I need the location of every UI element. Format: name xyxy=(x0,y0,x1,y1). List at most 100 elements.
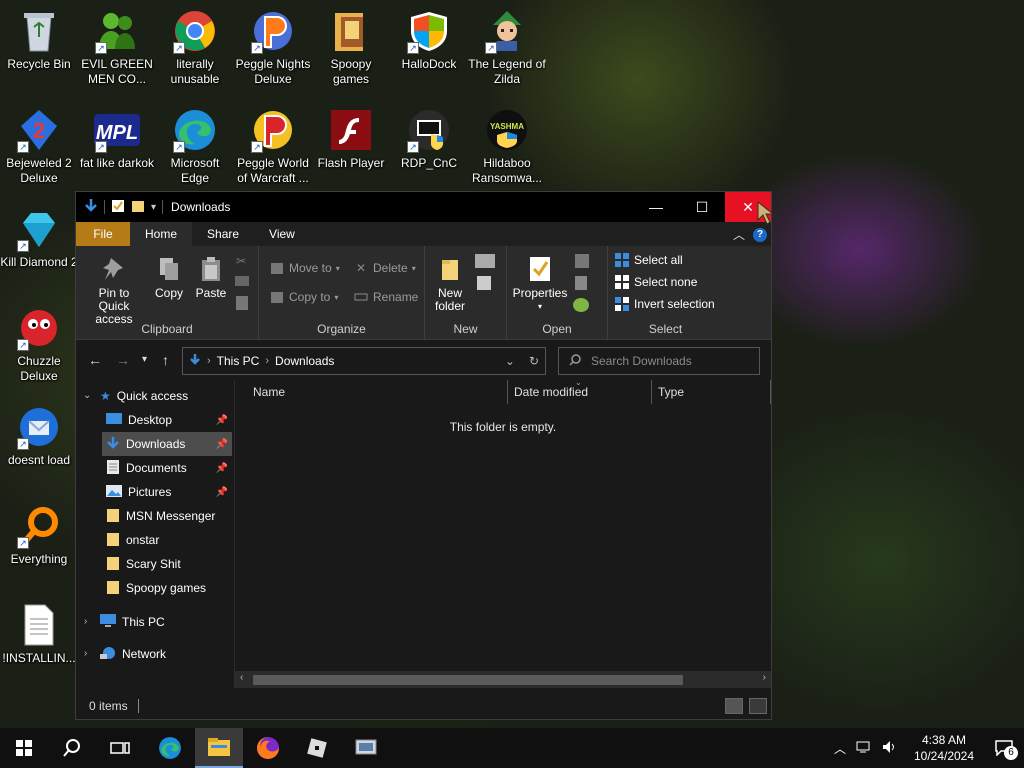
scroll-right-icon[interactable]: › xyxy=(763,672,766,683)
pin-quick-access-button[interactable]: Pin to Quick access xyxy=(82,254,146,326)
address-bar[interactable]: › This PC › Downloads ⌄ ↻ xyxy=(182,347,546,375)
select-all-button[interactable]: Select all xyxy=(614,252,683,268)
forward-arrow-icon[interactable]: → xyxy=(116,352,130,368)
taskbar-firefox[interactable] xyxy=(244,728,292,768)
desktop-icon-installing[interactable]: !INSTALLIN... xyxy=(0,602,78,666)
desktop-icon-hildaboo[interactable]: YASHMA Hildaboo Ransomwa... xyxy=(468,107,546,186)
cut-icon[interactable]: ✂ xyxy=(236,254,246,268)
desktop-icon-evil-green-men[interactable]: ↗ EVIL GREEN MEN CO... xyxy=(78,8,156,87)
desktop-icon-fat-like-darkok[interactable]: MPL ↗ fat like darkok xyxy=(78,107,156,171)
nav-item-msn-messenger[interactable]: MSN Messenger xyxy=(106,504,232,528)
back-arrow-icon[interactable]: ← xyxy=(88,352,102,368)
task-view-button[interactable] xyxy=(96,728,144,768)
nav-item-label: Spoopy games xyxy=(126,581,207,595)
search-button[interactable] xyxy=(48,728,96,768)
network-status-icon[interactable] xyxy=(852,740,876,757)
copy-button[interactable]: Copy xyxy=(152,254,186,300)
search-box[interactable]: Search Downloads xyxy=(558,347,760,375)
desktop-icon-doesnt-load[interactable]: ↗ doesnt load xyxy=(0,404,78,468)
desktop-icon-chuzzle[interactable]: ↗ Chuzzle Deluxe xyxy=(0,305,78,384)
address-dropdown-icon[interactable]: ⌄ xyxy=(505,354,515,368)
volume-icon[interactable] xyxy=(876,740,904,757)
desktop-icon-peggle-world[interactable]: ↗ Peggle World of Warcraft ... xyxy=(234,107,312,186)
nav-quick-access[interactable]: ★ Quick access xyxy=(100,384,232,408)
properties-button[interactable]: Properties ▾ xyxy=(511,254,569,313)
nav-item-pictures[interactable]: Pictures 📌 xyxy=(106,480,232,504)
nav-item-onstar[interactable]: onstar xyxy=(106,528,232,552)
expand-chevron-right-icon[interactable]: › xyxy=(84,648,87,659)
copy-to-button[interactable]: Copy to ▾ xyxy=(269,289,338,305)
taskbar-remote-app[interactable] xyxy=(342,728,390,768)
breadcrumb-downloads[interactable]: Downloads xyxy=(275,354,334,368)
nav-item-documents[interactable]: Documents 📌 xyxy=(106,456,232,480)
desktop-icon-bejeweled[interactable]: 2 ↗ Bejeweled 2 Deluxe xyxy=(0,107,78,186)
customize-toolbar-icon[interactable]: ▾ xyxy=(151,202,156,213)
new-folder-quick-icon[interactable] xyxy=(131,199,145,216)
large-icons-view-button[interactable] xyxy=(749,698,767,714)
nav-item-spoopy-games[interactable]: Spoopy games xyxy=(106,576,232,600)
folder-icon xyxy=(106,508,120,525)
move-to-button[interactable]: Move to ▾ xyxy=(269,260,340,276)
desktop-icon-edge[interactable]: ↗ Microsoft Edge xyxy=(156,107,234,186)
desktop-icon-recycle-bin[interactable]: Recycle Bin xyxy=(0,8,78,72)
folder-icon xyxy=(106,532,120,549)
nav-network[interactable]: Network xyxy=(100,642,232,666)
show-hidden-icons-chevron-icon[interactable]: ︿ xyxy=(828,740,852,757)
collapse-ribbon-icon[interactable]: ︿ xyxy=(733,226,745,243)
copy-path-icon[interactable] xyxy=(235,276,249,286)
edit-icon[interactable] xyxy=(575,276,587,290)
delete-button[interactable]: ✕ Delete ▾ xyxy=(353,260,416,276)
tab-home[interactable]: Home xyxy=(130,222,193,246)
column-header-date-modified[interactable]: Date modified xyxy=(514,380,652,404)
select-none-button[interactable]: Select none xyxy=(614,274,697,290)
nav-item-scary-shit[interactable]: Scary Shit xyxy=(106,552,232,576)
expand-chevron-right-icon[interactable]: › xyxy=(84,616,87,627)
taskbar-file-explorer[interactable] xyxy=(195,728,243,768)
desktop-icon-rdp-cnc[interactable]: ↗ RDP_CnC xyxy=(390,107,468,171)
tab-file[interactable]: File xyxy=(76,222,130,246)
desktop-icon-everything[interactable]: ↗ Everything xyxy=(0,503,78,567)
desktop-icon-spoopy-games[interactable]: Spoopy games xyxy=(312,8,390,87)
open-icon[interactable] xyxy=(575,254,589,268)
nav-this-pc[interactable]: This PC xyxy=(100,610,232,634)
paste-button[interactable]: Paste xyxy=(192,254,230,300)
invert-selection-button[interactable]: Invert selection xyxy=(614,296,715,312)
desktop-icon-legend-of-zilda[interactable]: ↗ The Legend of Zilda xyxy=(468,8,546,87)
tab-view[interactable]: View xyxy=(254,222,310,246)
minimize-button[interactable]: — xyxy=(633,192,679,222)
scrollbar-thumb[interactable] xyxy=(253,675,683,685)
recent-locations-chevron-icon[interactable]: ▾ xyxy=(142,354,147,365)
desktop-icon-chrome[interactable]: ↗ literally unusable xyxy=(156,8,234,87)
nav-item-downloads[interactable]: Downloads 📌 xyxy=(102,432,232,456)
notifications-button[interactable]: 6 xyxy=(984,728,1024,768)
desktop-icon-hallodock[interactable]: ↗ HalloDock xyxy=(390,8,468,72)
new-item-icon[interactable] xyxy=(475,254,495,268)
column-header-name[interactable]: Name xyxy=(253,380,503,404)
clock[interactable]: 4:38 AM 10/24/2024 xyxy=(904,732,984,764)
new-folder-button[interactable]: New folder xyxy=(431,254,469,313)
desktop-icon-flash-player[interactable]: Flash Player xyxy=(312,107,390,171)
taskbar-roblox[interactable] xyxy=(293,728,341,768)
rename-button[interactable]: Rename xyxy=(353,289,418,305)
nav-item-desktop[interactable]: Desktop 📌 xyxy=(106,408,232,432)
maximize-button[interactable]: ☐ xyxy=(679,192,725,222)
desktop-icon-kill-diamond[interactable]: ↗ Kill Diamond 2 xyxy=(0,206,78,270)
properties-quick-icon[interactable] xyxy=(111,199,125,216)
breadcrumb-this-pc[interactable]: This PC xyxy=(217,354,260,368)
expand-chevron-down-icon[interactable]: ⌄ xyxy=(83,390,91,401)
help-icon[interactable]: ? xyxy=(753,227,767,242)
thunderbird-icon: ↗ xyxy=(16,404,62,450)
tab-share[interactable]: Share xyxy=(192,222,254,246)
horizontal-scrollbar[interactable]: ‹ › xyxy=(235,671,771,688)
details-view-button[interactable] xyxy=(725,698,743,714)
easy-access-icon[interactable] xyxy=(477,276,491,290)
taskbar-edge[interactable] xyxy=(146,728,194,768)
desktop-icon-peggle-nights[interactable]: ↗ Peggle Nights Deluxe xyxy=(234,8,312,87)
refresh-icon[interactable]: ↻ xyxy=(529,354,539,368)
scroll-left-icon[interactable]: ‹ xyxy=(240,672,243,683)
paste-shortcut-icon[interactable] xyxy=(236,296,248,310)
start-button[interactable] xyxy=(0,728,48,768)
up-arrow-icon[interactable]: ↑ xyxy=(162,352,169,368)
column-header-type[interactable]: Type xyxy=(658,380,768,404)
history-icon[interactable] xyxy=(573,298,589,312)
